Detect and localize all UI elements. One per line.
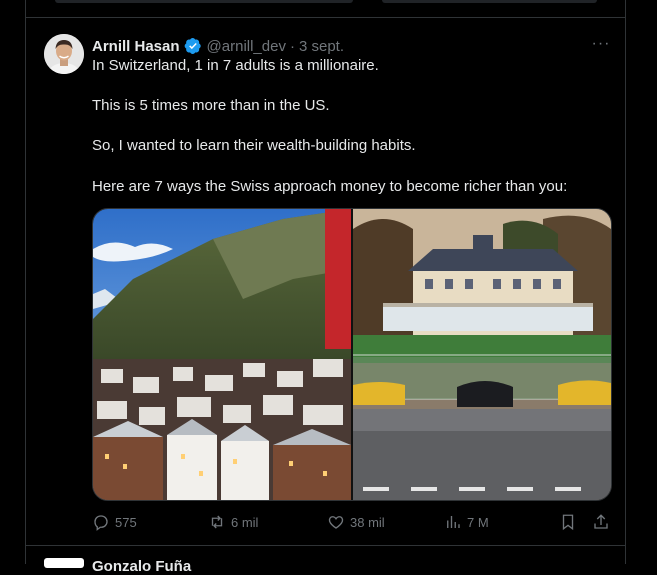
tweet-text-line-4: Here are 7 ways the Swiss approach money… <box>92 178 568 195</box>
tweet-text-line-2: This is 5 times more than in the US. <box>92 97 330 114</box>
header-separator: · <box>289 37 295 55</box>
tweet-text-line-3: So, I wanted to learn their wealth-build… <box>92 137 416 154</box>
bookmark-button[interactable] <box>559 512 582 532</box>
heart-icon <box>328 516 344 529</box>
repost-button[interactable]: 6 mil <box>208 512 258 532</box>
tweet-divider-bottom <box>26 545 625 546</box>
views-chart-icon <box>447 516 460 528</box>
tweet-actions: 575 6 mil 38 mil 7 M <box>92 512 612 532</box>
author-handle[interactable]: @arnill_dev <box>207 38 286 55</box>
tweet-media[interactable] <box>92 208 612 501</box>
next-tweet-author[interactable]: Gonzalo Fuña <box>92 558 191 575</box>
share-button[interactable] <box>592 512 615 532</box>
next-tweet-avatar[interactable] <box>44 558 84 568</box>
timeline-right-border <box>625 0 626 564</box>
swiss-village-photo[interactable] <box>93 209 351 500</box>
tweet-date[interactable]: 3 sept. <box>299 38 344 55</box>
more-options-icon[interactable]: ··· <box>590 34 612 54</box>
reply-button[interactable]: 575 <box>92 512 137 532</box>
reply-count: 575 <box>115 514 137 530</box>
reply-icon <box>94 515 108 531</box>
previous-tweet-bar-right <box>382 0 597 3</box>
views-button[interactable]: 7 M <box>444 512 489 532</box>
tweet-divider-top <box>26 17 625 18</box>
tweet-text-line-1: In Switzerland, 1 in 7 adults is a milli… <box>92 57 379 74</box>
tweet-header: Arnill Hasan @arnill_dev · 3 sept. <box>92 36 344 56</box>
like-count: 38 mil <box>350 514 385 530</box>
timeline-left-border <box>25 0 26 564</box>
repost-icon <box>211 515 223 529</box>
mansion-supercars-photo[interactable] <box>353 209 611 500</box>
author-name[interactable]: Arnill Hasan <box>92 38 180 55</box>
views-count: 7 M <box>467 514 489 530</box>
verified-badge-icon[interactable] <box>184 37 202 55</box>
bookmark-icon <box>562 514 574 531</box>
share-icon <box>594 514 608 529</box>
previous-tweet-bar <box>55 0 353 3</box>
avatar-photo <box>44 34 84 74</box>
repost-count: 6 mil <box>231 514 259 530</box>
avatar[interactable] <box>44 34 84 74</box>
like-button[interactable]: 38 mil <box>327 512 385 532</box>
